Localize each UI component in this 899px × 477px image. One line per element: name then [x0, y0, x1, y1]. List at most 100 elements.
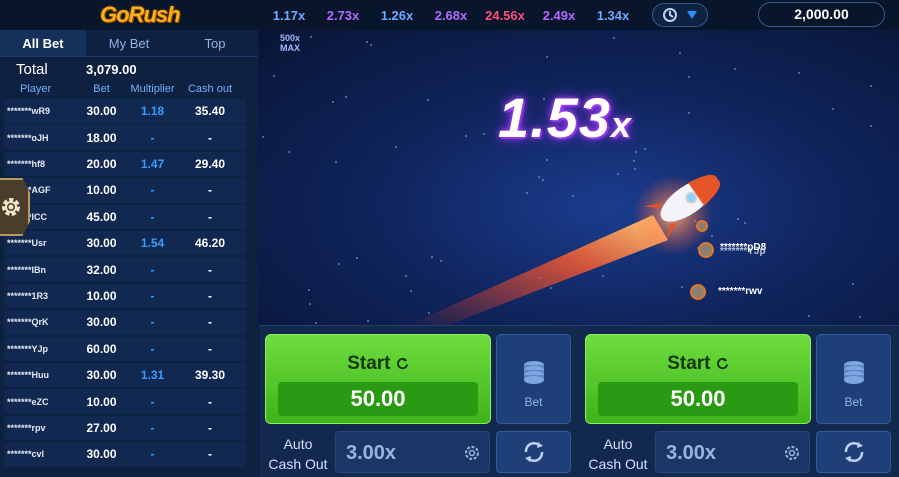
- settings-button[interactable]: [0, 178, 30, 236]
- multiplier-value: -: [150, 209, 155, 224]
- history-item: 2.68x: [434, 7, 468, 23]
- chevron-down-icon: [687, 11, 697, 19]
- start-button[interactable]: Start 50.00: [585, 334, 811, 424]
- bet-amount-button[interactable]: Bet: [496, 334, 571, 424]
- player-name: *******QrK: [7, 317, 49, 328]
- gear-icon[interactable]: [463, 444, 481, 462]
- table-row: *******eZC 10.00 - -: [4, 389, 246, 414]
- start-label: Start: [266, 353, 490, 375]
- cashout-value: 39.30: [194, 368, 226, 383]
- multiplier-value: -: [150, 315, 155, 330]
- player-name: *******cvl: [7, 449, 45, 460]
- refresh-icon: [716, 357, 728, 370]
- player-coin-icon: [690, 284, 706, 300]
- total-label: Total: [16, 60, 48, 78]
- table-row: *******hf8 20.00 1.47 29.40: [4, 151, 246, 177]
- table-row: *******ICC45.00--: [4, 204, 246, 230]
- auto-cashout-label: Auto Cash Out: [268, 436, 328, 472]
- multiplier-value: -: [150, 288, 155, 303]
- cashout-value: -: [208, 209, 212, 224]
- bet-value: 10.00: [86, 288, 117, 303]
- bet-amount[interactable]: 50.00: [598, 382, 798, 416]
- cashout-value: -: [208, 262, 212, 277]
- cashout-value: -: [208, 183, 212, 198]
- bets-panel: All Bet My Bet Top Total 3,079.00 Player…: [0, 30, 258, 477]
- cashout-value: -: [208, 447, 212, 462]
- player-coin-icon: [696, 220, 708, 232]
- bet-value: 20.00: [86, 157, 117, 172]
- multiplier-value: -: [150, 183, 155, 198]
- multiplier-value: -: [150, 130, 155, 145]
- balance-display: 2,000.00: [758, 2, 885, 27]
- auto-refresh-icon: [844, 442, 863, 462]
- bet-label: Bet: [524, 395, 543, 409]
- bet-value: 30.00: [86, 104, 117, 119]
- history-clock-icon: [663, 8, 677, 22]
- multiplier-value: 1.18: [140, 104, 165, 119]
- bet-value: 30.00: [86, 368, 117, 383]
- table-row: *******rpv 27.00 - -: [4, 415, 246, 441]
- bet-amount[interactable]: 50.00: [278, 382, 478, 416]
- player-name: *******wR9: [7, 106, 51, 117]
- table-row: *******AGF10.00--: [4, 178, 246, 203]
- player-coin-icon: [698, 242, 714, 258]
- bet-value: 10.00: [86, 183, 117, 198]
- bet-value: 30.00: [86, 315, 117, 330]
- table-row: *******oJH 18.00 - -: [4, 125, 246, 150]
- auto-cashout-input[interactable]: 3.00x: [335, 431, 490, 473]
- gear-icon[interactable]: [783, 444, 801, 462]
- bet-amount-button[interactable]: Bet: [816, 334, 891, 424]
- bet-panel-2: Start 50.00 Bet Auto Cash Out 3.00x: [579, 325, 899, 477]
- col-cashout: Cash out: [187, 83, 233, 95]
- table-row: *******YJp 60.00 - -: [4, 336, 246, 362]
- auto-cashout-value: 3.00x: [346, 442, 397, 464]
- bet-value: 45.00: [86, 209, 117, 224]
- history-toggle-button[interactable]: [652, 3, 708, 27]
- table-row: *******cvl 30.00 - -: [4, 442, 246, 467]
- gear-icon: [2, 198, 20, 216]
- table-row: *******IBn 32.00 - -: [4, 257, 246, 282]
- coin-stack-icon: [844, 361, 864, 384]
- bet-value: 18.00: [86, 130, 117, 145]
- bet-value: 10.00: [86, 394, 117, 409]
- table-row: *******Usr 30.00 1.54 46.20: [4, 230, 246, 256]
- start-label: Start: [586, 353, 810, 375]
- player-name: *******hf8: [7, 159, 46, 170]
- multiplier-value: 1.47: [140, 157, 165, 172]
- table-header: Player Bet Multiplier Cash out: [0, 81, 258, 97]
- history-item: 1.34x: [596, 7, 630, 23]
- multiplier-value: -: [150, 447, 155, 462]
- player-name: *******Huu: [7, 370, 50, 381]
- bet-label: Bet: [844, 395, 863, 409]
- history-item: 1.26x: [380, 7, 414, 23]
- refresh-icon: [396, 357, 408, 370]
- auto-refresh-icon: [524, 442, 543, 462]
- auto-play-button[interactable]: [496, 431, 571, 473]
- multiplier-value: 1.54: [140, 236, 165, 251]
- multiplier-value: -: [150, 420, 155, 435]
- bet-panel-1: Start 50.00 Bet Auto Cash Out 3.00x: [259, 325, 579, 477]
- multiplier-value: 1.31: [140, 368, 165, 383]
- start-button[interactable]: Start 50.00: [265, 334, 491, 424]
- cashout-value: -: [208, 341, 212, 356]
- bet-value: 30.00: [86, 447, 117, 462]
- tab-my-bet[interactable]: My Bet: [86, 30, 172, 56]
- rocket-graphic: [408, 174, 721, 325]
- table-row: *******1R3 10.00 - -: [4, 283, 246, 309]
- tab-all-bet[interactable]: All Bet: [0, 30, 86, 56]
- player-name: *******Usr: [7, 238, 47, 249]
- multiplier-value: -: [150, 262, 155, 277]
- auto-play-button[interactable]: [816, 431, 891, 473]
- player-tag: *******YJp: [720, 246, 766, 257]
- game-logo: GoRush: [0, 0, 258, 30]
- game-stage: 500x MAX 1.53x *******pD8 *******YJp ***…: [258, 30, 899, 325]
- col-player: Player: [20, 83, 52, 95]
- auto-cashout-input[interactable]: 3.00x: [655, 431, 810, 473]
- bets-list: *******wR9 30.00 1.18 35.40 *******oJH 18.00 -…: [0, 97, 258, 467]
- tab-top[interactable]: Top: [172, 30, 258, 56]
- player-name: *******rpv: [7, 422, 46, 433]
- cashout-value: -: [208, 288, 212, 303]
- bet-value: 27.00: [86, 420, 117, 435]
- cashout-value: 35.40: [194, 104, 226, 119]
- cashout-value: -: [208, 420, 212, 435]
